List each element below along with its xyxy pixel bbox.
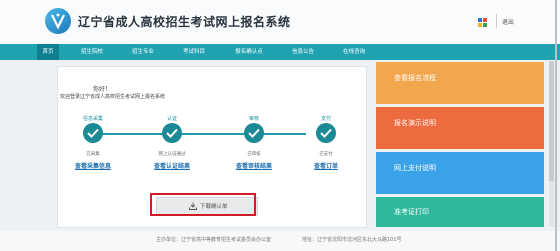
view-collect-link[interactable]: 查看采集信息 [58, 161, 128, 170]
site-logo [45, 8, 71, 34]
v-emblem-icon [51, 13, 65, 30]
step-label-pay: 支付 [320, 116, 331, 122]
nav-item-colleges[interactable]: 招生院校 [78, 44, 106, 60]
color-grid-icon[interactable] [478, 18, 487, 28]
scrollbar-thumb[interactable] [549, 61, 554, 181]
nav-item-majors[interactable]: 招生专业 [129, 44, 157, 60]
step-status-pay: 已支付 [319, 152, 333, 157]
footer-host: 主办单位：辽宁省高中等教育招生考试委员会办公室 [156, 237, 272, 243]
step-label-review: 审核 [248, 116, 259, 122]
logout-link[interactable]: 退出 [502, 17, 514, 26]
tile-admission-ticket[interactable]: 准考证打印 [376, 197, 544, 227]
check-icon [83, 123, 103, 143]
check-icon [162, 123, 182, 143]
view-auth-link[interactable]: 查看认证结果 [137, 161, 207, 170]
step-status-auth: 网上认证通过 [158, 152, 186, 157]
step-label-collect: 信息采集 [82, 116, 103, 122]
progress-track [93, 133, 306, 135]
footer-bar [0, 231, 560, 251]
footer-address: 地址：辽宁省沈阳市沈河区东北大马路101号 [302, 237, 402, 243]
view-order-link[interactable]: 查看订单 [291, 161, 361, 170]
header-divider [496, 14, 497, 28]
tile-label: 准考证打印 [394, 208, 429, 216]
check-icon [244, 123, 264, 143]
tile-online-payment[interactable]: 网上支付说明 [376, 152, 544, 194]
tile-label: 查看报名流程 [394, 74, 436, 82]
nav-item-home[interactable]: 首页 [37, 44, 59, 60]
step-status-collect: 已采集 [86, 152, 100, 157]
step-label-auth: 认证 [166, 116, 177, 122]
nav-item-announcements[interactable]: 信息公告 [289, 44, 317, 60]
tile-label: 网上支付说明 [394, 164, 436, 172]
tile-registration-process[interactable]: 查看报名流程 [376, 62, 544, 104]
nav-item-confirm-points[interactable]: 报名确认点 [232, 44, 266, 60]
nav-item-subjects[interactable]: 考试科目 [180, 44, 208, 60]
nav-item-consult[interactable]: 在线咨询 [340, 44, 368, 60]
tile-registration-demo[interactable]: 报名演示说明 [376, 107, 544, 149]
highlight-box [150, 193, 256, 216]
greeting-text: 你好！ [93, 86, 112, 93]
welcome-text: 欢迎登录辽宁省成人高校招生考试网上报名系统 [60, 94, 166, 100]
check-icon [316, 123, 336, 143]
main-nav: 首页 招生院校 招生专业 考试科目 报名确认点 信息公告 在线咨询 [0, 44, 560, 60]
step-status-review: 已审核 [247, 152, 261, 157]
view-review-link[interactable]: 查看审核结果 [219, 161, 289, 170]
site-title: 辽宁省成人高校招生考试网上报名系统 [78, 15, 291, 29]
tile-label: 报名演示说明 [394, 119, 436, 127]
window-edge [555, 0, 557, 251]
